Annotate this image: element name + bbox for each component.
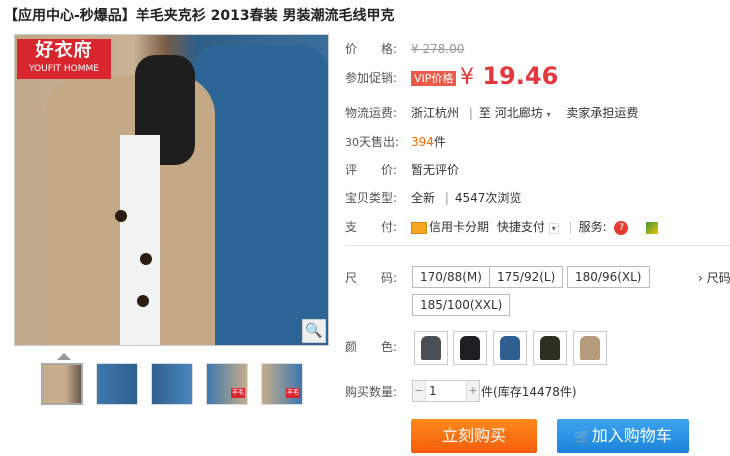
item-type-value: 全新 <box>411 191 436 205</box>
shipping-note: 卖家承担运费 <box>566 106 639 120</box>
size-row: 尺 码: <box>345 269 411 286</box>
review-row: 评 价: 暂无评价 <box>345 161 459 178</box>
item-type-row: 宝贝类型: 全新 | 4547次浏览 <box>345 189 521 206</box>
swatch-garment <box>421 336 441 360</box>
thumbnail-blue-2[interactable] <box>151 363 193 405</box>
product-title: 【应用中心-秒爆品】羊毛夹克衫 2013春装 男装潮流毛线甲克 <box>4 8 395 24</box>
color-label: 颜 色: <box>345 340 398 354</box>
color-swatch-gray[interactable] <box>414 331 448 365</box>
promo-price-value: 19.46 <box>482 62 559 90</box>
color-swatch-black[interactable] <box>453 331 487 365</box>
size-chart-link[interactable]: › 尺码 <box>698 269 730 286</box>
cardigan-button <box>140 253 152 265</box>
sold-row: 30天售出: 394件 <box>345 133 446 150</box>
chevron-down-icon: ▾ <box>546 110 551 119</box>
shipping-from: 浙江杭州 <box>411 106 460 120</box>
buy-now-button[interactable]: 立刻购买 <box>411 419 537 453</box>
stock-info: 件(库存14478件) <box>481 383 577 400</box>
size-option-185[interactable]: 185/100(XXL) <box>412 294 511 316</box>
cart-icon: 🛒 <box>574 429 592 445</box>
add-to-cart-button[interactable]: 🛒加入购物车 <box>557 419 689 453</box>
quantity-input[interactable]: 1 <box>429 381 437 401</box>
promo-label: 参加促销: <box>345 71 398 85</box>
quantity-decrease-button[interactable]: − <box>413 381 426 401</box>
review-value[interactable]: 暂无评价 <box>411 163 459 177</box>
shirt <box>120 135 160 345</box>
credit-card-installment[interactable]: 信用卡分期 <box>429 220 489 234</box>
seven-day-return-icon[interactable]: 7 <box>614 220 629 235</box>
quantity-increase-button[interactable]: + <box>466 381 479 401</box>
brand-logo-cn: 好衣府 <box>35 40 93 61</box>
sold-count: 394 <box>411 135 434 149</box>
item-type-label: 宝贝类型: <box>345 191 398 205</box>
quantity-stepper: − 1 + <box>412 380 480 402</box>
swatch-garment <box>540 336 560 360</box>
shipping-label: 物流运费: <box>345 106 398 120</box>
thumbnail-badge: 羊毛 <box>231 388 245 398</box>
view-count: 4547次浏览 <box>454 191 522 205</box>
thumbnail-blue[interactable] <box>96 363 138 405</box>
size-option-170[interactable]: 170/88(M) <box>412 266 490 288</box>
original-price: ¥ 278.00 <box>411 42 465 56</box>
payment-row: 支 付: 信用卡分期 快捷支付 ▾ | 服务: 7 <box>345 218 659 235</box>
quantity-unit: 件 <box>481 385 494 399</box>
sold-days: 30 <box>345 136 359 149</box>
shipping-to-label: 至 <box>478 106 491 120</box>
color-swatch-khaki[interactable] <box>573 331 607 365</box>
currency-symbol: ¥ <box>460 65 474 90</box>
price-label: 价 格: <box>345 42 398 56</box>
review-label: 评 价: <box>345 163 398 177</box>
service-label: 服务: <box>578 220 607 234</box>
shipping-to: 河北廊坊 <box>494 106 543 120</box>
swatch-garment <box>580 336 600 360</box>
thumbnail-pointer <box>57 353 71 360</box>
quantity-row: 购买数量: <box>345 383 411 400</box>
swatch-garment <box>460 336 480 360</box>
cardigan-button <box>137 295 149 307</box>
promo-row: 参加促销: VIP价格 <box>345 69 457 86</box>
divider: | <box>444 191 449 205</box>
size-option-175[interactable]: 175/92(L) <box>489 266 564 288</box>
sold-label-text: 天售出: <box>359 135 400 149</box>
shipping-row: 物流运费: 浙江杭州 | 至 河北廊坊 ▾ 卖家承担运费 <box>345 104 638 121</box>
sold-unit: 件 <box>433 135 446 149</box>
size-option-180[interactable]: 180/96(XL) <box>567 266 650 288</box>
sold-label: 30天售出: <box>345 133 411 150</box>
divider: | <box>468 106 473 120</box>
payment-label: 支 付: <box>345 220 398 234</box>
stock-count: (库存14478件) <box>493 385 577 399</box>
quick-pay[interactable]: 快捷支付 <box>497 220 545 234</box>
brand-logo: 好衣府 YOUFIT HOMME <box>17 39 111 79</box>
size-label: 尺 码: <box>345 271 398 285</box>
main-product-image[interactable]: 好衣府 YOUFIT HOMME 🔍 <box>14 34 329 346</box>
thumbnail-badge: 羊毛 <box>286 388 300 398</box>
chevron-down-icon[interactable]: ▾ <box>548 223 559 234</box>
swatch-garment <box>500 336 520 360</box>
thumbnail-mix-2[interactable]: 羊毛 <box>261 363 303 405</box>
color-swatch-blue[interactable] <box>493 331 527 365</box>
quantity-label: 购买数量: <box>345 385 398 399</box>
price-row: 价 格: ¥ 278.00 <box>345 40 464 57</box>
divider: | <box>568 220 573 234</box>
thumbnail-mix[interactable]: 羊毛 <box>206 363 248 405</box>
guarantee-icon[interactable] <box>646 221 659 234</box>
brand-logo-en: YOUFIT HOMME <box>29 64 99 74</box>
cardigan-button <box>115 210 127 222</box>
thumbnail-khaki[interactable] <box>41 363 83 405</box>
color-row: 颜 色: <box>345 338 411 355</box>
color-swatch-dark-green[interactable] <box>533 331 567 365</box>
credit-card-icon <box>411 221 427 234</box>
shipping-to-select[interactable]: 河北廊坊 ▾ <box>495 106 551 120</box>
add-to-cart-label: 加入购物车 <box>591 426 672 445</box>
zoom-icon[interactable]: 🔍 <box>302 319 326 343</box>
divider-line <box>345 245 730 246</box>
promo-price: ¥ 19.46 <box>460 62 558 90</box>
vip-price-badge: VIP价格 <box>411 71 457 86</box>
